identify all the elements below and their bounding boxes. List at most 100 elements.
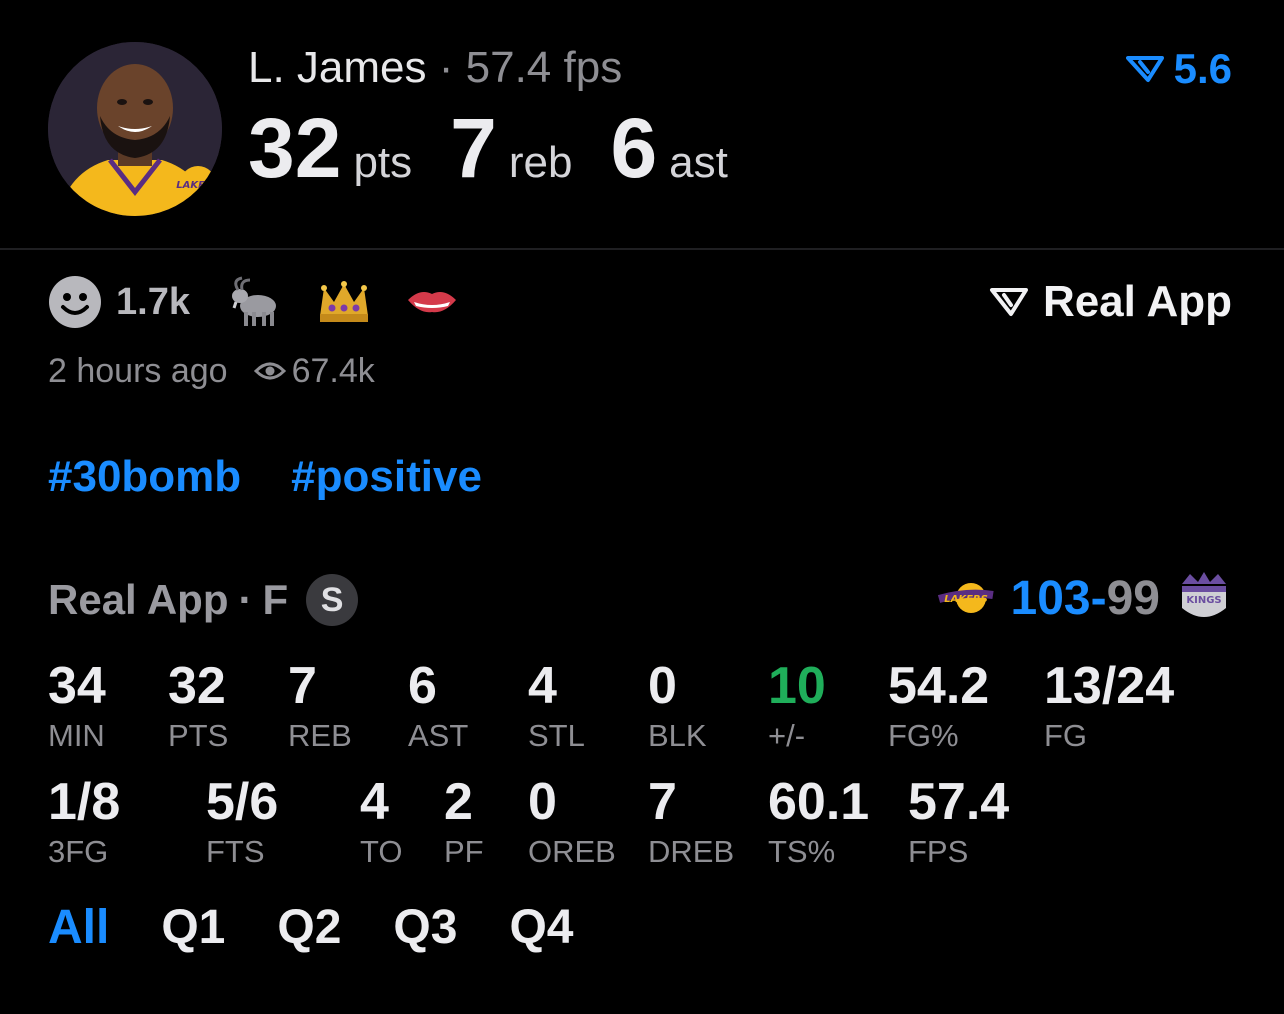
crown-icon[interactable] (316, 274, 372, 330)
stat-value: 7 (648, 773, 677, 831)
stat-value: 34 (48, 657, 106, 715)
view-count-value: 67.4k (291, 351, 375, 390)
real-logo-icon (1125, 56, 1164, 82)
game-line: Real App · F S (48, 572, 359, 628)
stat-label: STL (528, 718, 585, 753)
away-score: 99 (1106, 571, 1160, 625)
stat-value: 4 (360, 773, 389, 831)
stat-label: TS% (768, 834, 836, 869)
stat-label: 3FG (48, 834, 109, 869)
stat-label: TO (360, 834, 403, 869)
stat-ast: 6 AST (408, 656, 468, 754)
stat-value: 60.1 (768, 773, 870, 831)
title-separator: · (438, 43, 454, 92)
lakers-logo-text: LAKERS (944, 594, 988, 605)
view-count: 67.4k (253, 351, 375, 391)
stat-value: 10 (768, 657, 826, 715)
post-meta: 2 hours ago 67.4k (48, 348, 375, 394)
stat-label: +/- (768, 718, 806, 753)
stat-label: FG% (888, 718, 959, 753)
hashtag[interactable]: #30bomb (48, 452, 241, 508)
hashtags: #30bomb #positive (48, 452, 482, 508)
stat-blk: 0 BLK (648, 656, 707, 754)
source-label: Real App (1042, 277, 1232, 326)
stat-reb: 7 REB (288, 656, 352, 754)
stat-pf: 2 PF (444, 772, 484, 870)
smiley-icon[interactable] (48, 275, 102, 329)
tab-q1[interactable]: Q1 (161, 900, 225, 964)
reactions-bar: 1.7k (48, 274, 492, 330)
player-photo: LAKERS (48, 42, 222, 216)
header-divider (0, 248, 1284, 250)
tab-q2[interactable]: Q2 (277, 900, 341, 964)
stat-to: 4 TO (360, 772, 403, 870)
player-fps: 57.4 fps (465, 43, 623, 92)
stat-value: 0 (528, 773, 557, 831)
headline-pts-value: 32 (248, 101, 342, 195)
stat-label: REB (288, 718, 352, 753)
stat-value: 1/8 (48, 773, 121, 831)
headline-stats: 32 pts 7 reb 6 ast (248, 100, 766, 196)
stat-label: PF (444, 834, 484, 869)
post-time: 2 hours ago (48, 351, 228, 390)
headline-pts-label: pts (353, 138, 413, 187)
lakers-logo: LAKERS (937, 583, 994, 613)
stat-plus-minus: 10 +/- (768, 656, 826, 754)
stat-stl: 4 STL (528, 656, 585, 754)
goat-icon[interactable] (228, 274, 284, 330)
game-source: Real App (48, 576, 229, 623)
kings-logo-text: KINGS (1186, 595, 1221, 606)
stat-3fg: 1/8 3FG (48, 772, 120, 870)
home-score: 103 (1010, 571, 1091, 625)
eye-icon (253, 362, 286, 380)
player-position: F (262, 576, 289, 623)
tab-q3[interactable]: Q3 (393, 900, 457, 964)
player-name[interactable]: L. James (248, 43, 427, 92)
stat-label: PTS (168, 718, 229, 753)
headline-ast-value: 6 (610, 101, 658, 195)
stat-value: 13/24 (1044, 657, 1175, 715)
stat-value: 32 (168, 657, 226, 715)
stat-fps: 57.4 FPS (908, 772, 1009, 870)
stat-value: 7 (288, 657, 317, 715)
rating-badge[interactable]: 5.6 (1125, 42, 1232, 96)
headline-reb-label: reb (508, 138, 573, 187)
stat-value: 54.2 (888, 657, 990, 715)
tab-all[interactable]: All (48, 900, 109, 964)
player-avatar[interactable]: LAKERS (48, 42, 222, 216)
stat-label: FPS (908, 834, 969, 869)
stat-label: OREB (528, 834, 616, 869)
stat-label: DREB (648, 834, 735, 869)
biting-lip-icon[interactable] (404, 274, 460, 330)
tab-q4[interactable]: Q4 (509, 900, 573, 964)
stat-value: 2 (444, 773, 473, 831)
stat-label: FTS (206, 834, 265, 869)
stat-fg: 13/24 FG (1044, 656, 1174, 754)
game-score[interactable]: LAKERS 103 - 99 KINGS (937, 566, 1230, 630)
rating-value: 5.6 (1173, 45, 1232, 92)
headline-ast-label: ast (669, 138, 728, 187)
stat-value: 5/6 (206, 773, 279, 831)
stat-ts-pct: 60.1 TS% (768, 772, 869, 870)
reaction-count[interactable]: 1.7k (116, 281, 190, 324)
stat-fts: 5/6 FTS (206, 772, 278, 870)
stat-pts: 32 PTS (168, 656, 228, 754)
stat-label: FG (1044, 718, 1088, 753)
quarter-tabs: All Q1 Q2 Q3 Q4 (48, 900, 573, 964)
stat-min: 34 MIN (48, 656, 106, 754)
headline-reb-value: 7 (450, 101, 497, 195)
stat-value: 4 (528, 657, 557, 715)
kings-logo: KINGS (1182, 572, 1226, 617)
stat-value: 57.4 (908, 773, 1010, 831)
stat-dreb: 7 DREB (648, 772, 734, 870)
stat-label: BLK (648, 718, 707, 753)
stat-value: 0 (648, 657, 677, 715)
stat-value: 6 (408, 657, 437, 715)
hashtag[interactable]: #positive (291, 452, 482, 508)
source-link[interactable]: Real App (989, 274, 1232, 330)
score-dash: - (1090, 571, 1107, 625)
lakers-badge-text: LAKERS (176, 180, 220, 191)
stat-fg-pct: 54.2 FG% (888, 656, 989, 754)
game-separator: · (238, 576, 253, 623)
stat-label: AST (408, 718, 469, 753)
